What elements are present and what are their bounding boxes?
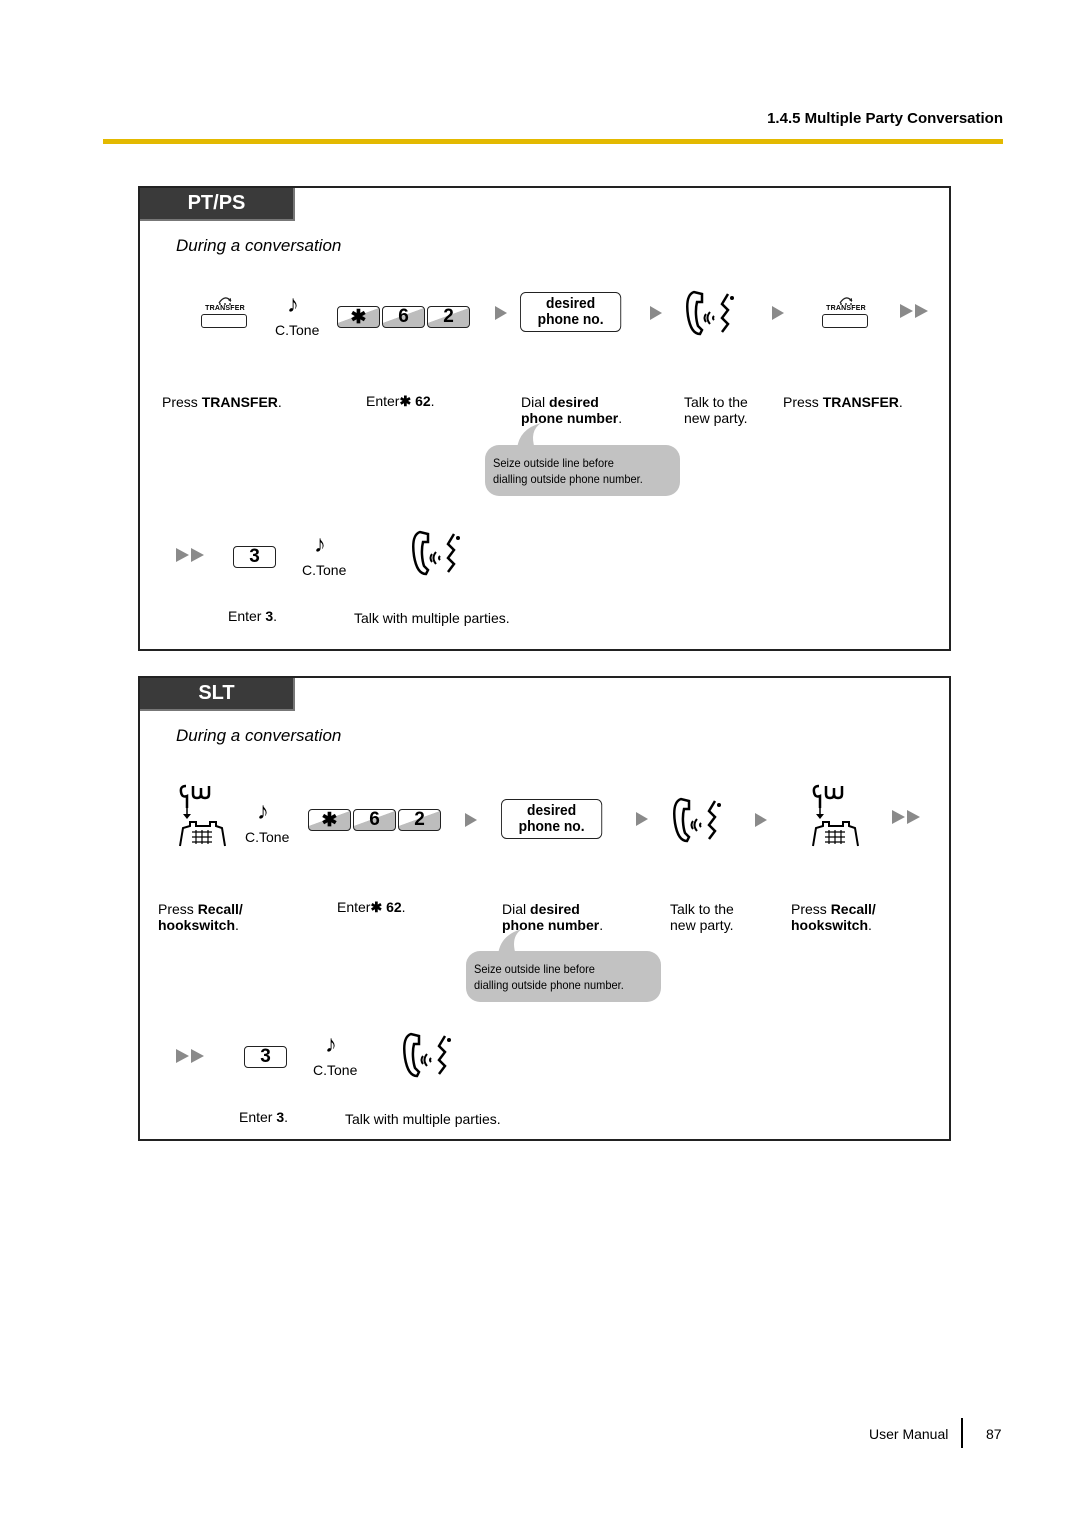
step-talk-multiple: Talk with multiple parties. bbox=[354, 610, 510, 626]
footer-label: User Manual bbox=[869, 1426, 949, 1442]
note-bubble: Seize outside line before dialling outsid… bbox=[466, 929, 661, 1002]
panel-pt-ps: PT/PS During a conversation TRANSFER ♪ C… bbox=[138, 186, 951, 651]
note-bubble: Seize outside line before dialling outsid… bbox=[485, 423, 680, 496]
transfer-label: TRANSFER bbox=[205, 305, 245, 312]
step-dial-number: Dial desired phone number. bbox=[521, 394, 623, 426]
section-title: 1.4.5 Multiple Party Conversation bbox=[767, 110, 1003, 127]
confirmation-tone-icon: ♪ C.Tone bbox=[245, 798, 290, 846]
ctone-label: C.Tone bbox=[313, 1062, 358, 1078]
page-number: 87 bbox=[986, 1426, 1002, 1442]
step-talk-new-party: Talk to the new party. bbox=[670, 901, 734, 933]
context-label: During a conversation bbox=[176, 726, 342, 745]
continue-arrow-icon bbox=[892, 810, 924, 824]
key-2: 2 bbox=[398, 809, 441, 831]
step-enter-code: Enter✱ 62. bbox=[366, 393, 435, 409]
context-label: During a conversation bbox=[176, 236, 342, 255]
key-3: 3 bbox=[233, 546, 276, 568]
step-enter-3: Enter 3. bbox=[228, 608, 278, 624]
step-talk-multiple: Talk with multiple parties. bbox=[345, 1111, 501, 1127]
step-press-recall: Press Recall/hookswitch. bbox=[158, 901, 243, 933]
confirmation-tone-icon: ♪ C.Tone bbox=[302, 531, 347, 579]
step-press-recall-2: Press Recall/hookswitch. bbox=[791, 901, 876, 933]
arrow-icon bbox=[465, 813, 477, 827]
continue-arrow-icon bbox=[176, 548, 208, 562]
talk-handset-icon bbox=[673, 797, 721, 843]
hookswitch-icon bbox=[179, 784, 226, 847]
arrow-icon bbox=[495, 306, 507, 320]
key-6: 6 bbox=[382, 306, 425, 328]
talk-handset-icon bbox=[403, 1032, 451, 1078]
key-3: 3 bbox=[244, 1046, 287, 1068]
desired-phone-number-box: desired phone no. bbox=[520, 292, 622, 332]
continue-arrow-icon bbox=[176, 1049, 208, 1063]
arrow-icon bbox=[772, 306, 784, 320]
header-rule bbox=[103, 139, 1003, 144]
transfer-button-icon: TRANSFER bbox=[821, 295, 871, 329]
panel-tab: SLT bbox=[140, 678, 295, 711]
talk-handset-icon bbox=[686, 290, 734, 336]
key-2: 2 bbox=[427, 306, 470, 328]
arrow-icon bbox=[755, 813, 767, 827]
confirmation-tone-icon: ♪ C.Tone bbox=[313, 1031, 358, 1079]
footer-divider bbox=[961, 1418, 963, 1448]
arrow-icon bbox=[650, 306, 662, 320]
talk-handset-icon bbox=[412, 530, 460, 576]
step-press-transfer-2: Press TRANSFER. bbox=[783, 394, 903, 410]
step-enter-code: Enter✱ 62. bbox=[337, 899, 406, 915]
step-press-transfer: Press TRANSFER. bbox=[162, 394, 282, 410]
desired-phone-number-box: desired phone no. bbox=[501, 799, 603, 839]
confirmation-tone-icon: ♪ C.Tone bbox=[275, 291, 320, 339]
transfer-label: TRANSFER bbox=[826, 305, 866, 312]
arrow-icon bbox=[636, 812, 648, 826]
ctone-label: C.Tone bbox=[302, 562, 347, 578]
ctone-label: C.Tone bbox=[245, 829, 290, 845]
transfer-button-icon: TRANSFER bbox=[200, 295, 250, 329]
step-enter-3: Enter 3. bbox=[239, 1109, 289, 1125]
key-star: ✱ bbox=[337, 306, 380, 328]
hookswitch-icon bbox=[812, 784, 859, 847]
panel-slt: SLT During a conversation ♪ C.Tone ✱ 6 2… bbox=[138, 676, 951, 1141]
ctone-label: C.Tone bbox=[275, 322, 320, 338]
panel-tab: PT/PS bbox=[140, 188, 295, 221]
continue-arrow-icon bbox=[900, 304, 932, 318]
step-talk-new-party: Talk to the new party. bbox=[684, 394, 748, 426]
key-star: ✱ bbox=[308, 809, 351, 831]
key-6: 6 bbox=[353, 809, 396, 831]
